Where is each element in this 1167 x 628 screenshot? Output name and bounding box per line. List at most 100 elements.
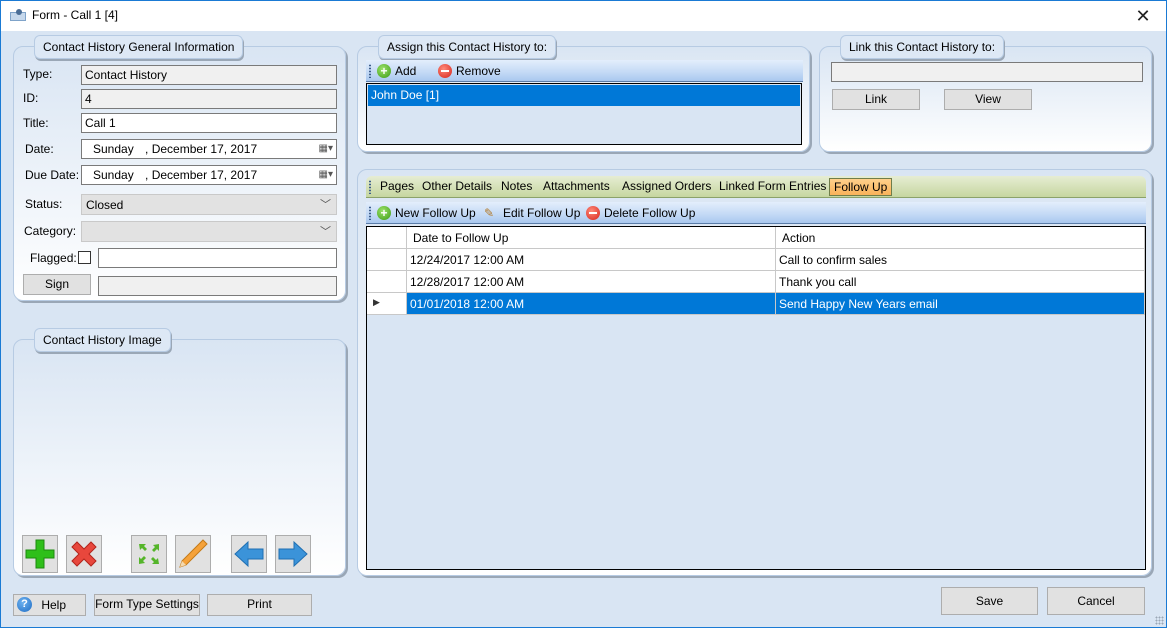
- grid-header: Date to Follow Up Action: [367, 227, 1145, 249]
- due-date-value: , December 17, 2017: [145, 168, 258, 182]
- tab-assigned-orders[interactable]: Assigned Orders: [618, 178, 715, 196]
- flagged-checkbox[interactable]: [78, 251, 91, 264]
- calendar-dropdown-icon[interactable]: ▦▾: [319, 169, 333, 180]
- column-header-date[interactable]: Date to Follow Up: [407, 227, 776, 249]
- delete-image-button[interactable]: [66, 535, 102, 573]
- assign-add-button[interactable]: + Add: [377, 63, 416, 79]
- type-field[interactable]: Contact History: [81, 65, 337, 85]
- sign-field: [98, 276, 337, 296]
- arrow-right-icon: [278, 540, 308, 568]
- toolbar-grip[interactable]: [369, 206, 371, 220]
- edit-follow-up-button[interactable]: ✎ Edit Follow Up: [484, 205, 580, 221]
- assign-panel-legend: Assign this Contact History to:: [378, 35, 557, 59]
- x-icon: [71, 541, 97, 567]
- form-type-settings-button[interactable]: Form Type Settings: [94, 594, 200, 616]
- chevron-down-icon: ﹀: [320, 226, 331, 238]
- form-window: Form - Call 1 [4] ✕ Contact History Gene…: [0, 0, 1167, 628]
- action-cell[interactable]: Send Happy New Years email: [776, 293, 1145, 315]
- resize-grip[interactable]: [1155, 616, 1164, 625]
- date-cell[interactable]: 12/24/2017 12:00 AM: [407, 249, 776, 271]
- id-field[interactable]: 4: [81, 89, 337, 109]
- due-date-day: Sunday: [93, 168, 134, 182]
- assign-toolbar: + Add Remove: [366, 60, 803, 82]
- cancel-button[interactable]: Cancel: [1047, 587, 1145, 615]
- add-icon: +: [377, 206, 391, 220]
- assigned-list[interactable]: John Doe [1]: [366, 83, 802, 145]
- date-cell[interactable]: 12/28/2017 12:00 AM: [407, 271, 776, 293]
- title-label: Title:: [23, 116, 49, 130]
- calendar-dropdown-icon[interactable]: ▦▾: [319, 143, 333, 154]
- column-header-action[interactable]: Action: [776, 227, 1145, 249]
- link-button[interactable]: Link: [832, 89, 920, 110]
- id-label: ID:: [23, 91, 39, 105]
- row-header[interactable]: [367, 271, 407, 293]
- link-panel-legend: Link this Contact History to:: [840, 35, 1005, 59]
- help-label: Help: [41, 597, 67, 612]
- chevron-down-icon: ﹀: [320, 199, 331, 211]
- tab-pages[interactable]: Pages: [376, 178, 418, 196]
- remove-icon: [586, 206, 600, 220]
- status-value: Closed: [86, 198, 124, 212]
- assign-add-label: Add: [395, 64, 417, 78]
- flagged-note-field[interactable]: [98, 248, 337, 268]
- action-cell[interactable]: Thank you call: [776, 271, 1145, 293]
- previous-image-button[interactable]: [231, 535, 267, 573]
- view-button[interactable]: View: [944, 89, 1032, 110]
- tab-linked-form-entries[interactable]: Linked Form Entries: [715, 178, 830, 196]
- tab-follow-up[interactable]: Follow Up: [829, 178, 893, 196]
- due-date-label: Due Date:: [25, 168, 80, 182]
- date-cell[interactable]: 01/01/2018 12:00 AM: [407, 293, 776, 315]
- link-field: [831, 62, 1143, 82]
- edit-image-button[interactable]: [175, 535, 211, 573]
- row-header[interactable]: [367, 249, 407, 271]
- status-select[interactable]: Closed ﹀: [81, 194, 337, 215]
- general-info-legend: Contact History General Information: [34, 35, 244, 59]
- date-value: , December 17, 2017: [145, 142, 258, 156]
- follow-up-grid[interactable]: Date to Follow Up Action 12/24/2017 12:0…: [366, 226, 1146, 570]
- date-day: Sunday: [93, 142, 134, 156]
- list-item[interactable]: John Doe [1]: [368, 85, 800, 106]
- add-icon: +: [377, 64, 391, 78]
- tab-strip-grip[interactable]: [369, 180, 371, 194]
- delete-follow-up-button[interactable]: Delete Follow Up: [586, 205, 695, 221]
- action-cell[interactable]: Call to confirm sales: [776, 249, 1145, 271]
- new-follow-up-label: New Follow Up: [395, 206, 476, 220]
- date-picker[interactable]: Sunday , December 17, 2017 ▦▾: [81, 139, 337, 159]
- sign-button[interactable]: Sign: [23, 274, 91, 295]
- toolbar-grip[interactable]: [369, 64, 371, 78]
- expand-arrows-icon: [139, 544, 159, 564]
- type-label: Type:: [23, 67, 53, 81]
- row-header[interactable]: ▶: [367, 293, 407, 315]
- add-image-button[interactable]: [22, 535, 58, 573]
- assign-remove-button[interactable]: Remove: [438, 63, 501, 79]
- tab-notes[interactable]: Notes: [497, 178, 536, 196]
- category-select[interactable]: ﹀: [81, 221, 337, 242]
- save-button[interactable]: Save: [941, 587, 1038, 615]
- table-row[interactable]: 12/24/2017 12:00 AM Call to confirm sale…: [367, 249, 1145, 271]
- close-icon[interactable]: ✕: [1128, 4, 1158, 28]
- new-follow-up-button[interactable]: + New Follow Up: [377, 205, 476, 221]
- edit-follow-up-label: Edit Follow Up: [503, 206, 581, 220]
- delete-follow-up-label: Delete Follow Up: [604, 206, 696, 220]
- print-button[interactable]: Print: [207, 594, 312, 616]
- title-field[interactable]: Call 1: [81, 113, 337, 133]
- tab-strip: Pages Other Details Notes Attachments As…: [366, 176, 1146, 198]
- follow-up-toolbar: + New Follow Up ✎ Edit Follow Up Delete …: [366, 202, 1146, 224]
- table-row[interactable]: ▶ 01/01/2018 12:00 AM Send Happy New Yea…: [367, 293, 1145, 315]
- next-image-button[interactable]: [275, 535, 311, 573]
- tab-attachments[interactable]: Attachments: [539, 178, 614, 196]
- due-date-picker[interactable]: Sunday , December 17, 2017 ▦▾: [81, 165, 337, 185]
- tab-other-details[interactable]: Other Details: [418, 178, 496, 196]
- image-panel-legend: Contact History Image: [34, 328, 171, 352]
- status-label: Status:: [25, 197, 63, 211]
- title-bar: Form - Call 1 [4] ✕: [1, 1, 1166, 31]
- row-header-corner: [367, 227, 407, 249]
- category-label: Category:: [24, 224, 77, 238]
- help-button[interactable]: ? Help: [13, 594, 86, 616]
- pencil-icon: [179, 539, 208, 568]
- fit-image-button[interactable]: [131, 535, 167, 573]
- plus-icon: [25, 539, 55, 569]
- current-row-indicator-icon: ▶: [373, 297, 380, 307]
- app-icon: [10, 9, 26, 21]
- table-row[interactable]: 12/28/2017 12:00 AM Thank you call: [367, 271, 1145, 293]
